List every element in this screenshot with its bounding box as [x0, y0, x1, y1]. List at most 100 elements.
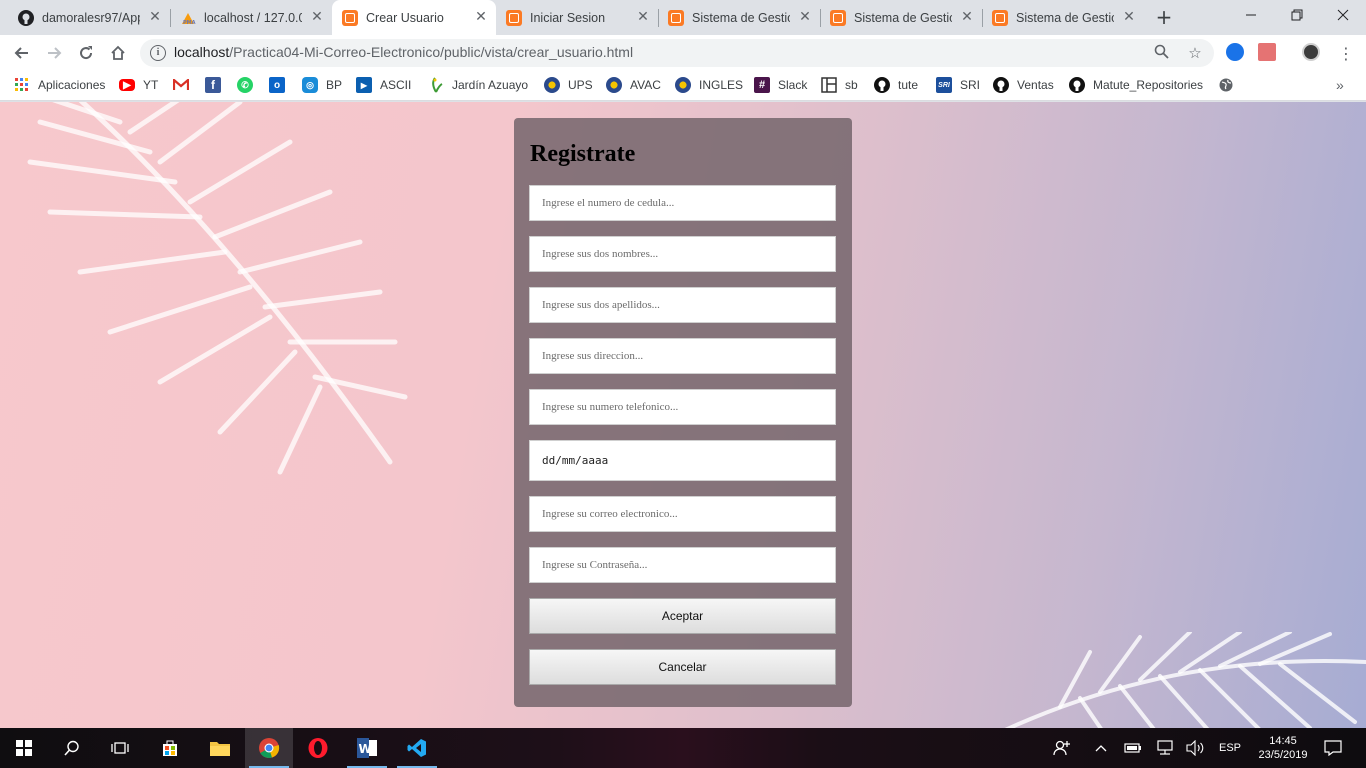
- close-tab-icon[interactable]: ✕: [474, 10, 488, 24]
- tab-iniciar-sesion[interactable]: Iniciar Sesion ✕: [496, 0, 659, 35]
- vscode-taskbar-button[interactable]: [393, 728, 441, 768]
- menu-kebab-icon[interactable]: ⋮: [1332, 39, 1360, 67]
- cancelar-button[interactable]: Cancelar: [529, 649, 836, 685]
- restore-button[interactable]: [1274, 0, 1320, 30]
- battery-icon[interactable]: [1122, 728, 1144, 768]
- word-taskbar-button[interactable]: W: [343, 728, 391, 768]
- phpmyadmin-icon: PMA: [180, 10, 196, 26]
- notifications-icon[interactable]: [1320, 728, 1346, 768]
- bookmark-label: INGLES: [699, 78, 744, 92]
- tab-sistema-gestion-1[interactable]: Sistema de Gestion ✕: [658, 0, 821, 35]
- forward-button[interactable]: [40, 39, 68, 67]
- bookmark-ups[interactable]: UPS: [544, 75, 593, 95]
- profile-avatar[interactable]: [1302, 43, 1320, 61]
- pdf-extension-icon[interactable]: [1258, 43, 1276, 61]
- bookmark-avac[interactable]: AVAC: [606, 75, 661, 95]
- bookmark-whatsapp[interactable]: ✆: [237, 75, 261, 95]
- network-icon[interactable]: [1154, 728, 1176, 768]
- search-button[interactable]: [48, 728, 96, 768]
- bookmark-outlook[interactable]: o: [269, 75, 293, 95]
- bookmark-sri[interactable]: SRI SRI: [936, 75, 980, 95]
- store-button[interactable]: [146, 728, 194, 768]
- github-icon: [1069, 77, 1085, 93]
- tab-crear-usuario[interactable]: Crear Usuario ✕: [332, 0, 496, 35]
- address-bar[interactable]: i localhost/Practica04-Mi-Correo-Electro…: [140, 39, 1214, 67]
- people-icon[interactable]: [1050, 728, 1074, 768]
- close-window-button[interactable]: [1320, 0, 1366, 30]
- language-indicator[interactable]: ESP: [1214, 728, 1246, 768]
- tab-github[interactable]: damoralesr97/App ✕: [8, 0, 171, 35]
- close-tab-icon[interactable]: ✕: [960, 10, 974, 24]
- tab-phpmyadmin[interactable]: PMA localhost / 127.0.0 ✕: [170, 0, 332, 35]
- bookmark-bp[interactable]: ◎ BP: [302, 75, 342, 95]
- zoom-icon[interactable]: [1152, 44, 1170, 62]
- direccion-input[interactable]: [529, 338, 836, 374]
- tab-sistema-gestion-2[interactable]: Sistema de Gestion ✕: [820, 0, 983, 35]
- contrasena-input[interactable]: [529, 547, 836, 583]
- bookmark-ventas[interactable]: Ventas: [993, 75, 1054, 95]
- minimize-button[interactable]: [1228, 0, 1274, 30]
- nombres-input[interactable]: [529, 236, 836, 272]
- form-title: Registrate: [530, 141, 636, 167]
- bookmark-tute[interactable]: tute: [874, 75, 918, 95]
- reload-icon: [80, 46, 93, 60]
- tab-label: Sistema de Gestion: [1016, 10, 1114, 25]
- correo-input[interactable]: [529, 496, 836, 532]
- sri-icon: SRI: [936, 77, 952, 93]
- bookmark-ascii[interactable]: ▶ ASCII: [356, 75, 411, 95]
- bookmark-aplicaciones[interactable]: Aplicaciones: [14, 75, 105, 95]
- url-text[interactable]: localhost/Practica04-Mi-Correo-Electroni…: [174, 44, 633, 60]
- bookmark-gmail[interactable]: [173, 75, 197, 95]
- new-tab-button[interactable]: +: [1152, 6, 1176, 28]
- github-icon: [874, 77, 890, 93]
- bookmark-facebook[interactable]: f: [205, 75, 229, 95]
- tab-sistema-gestion-3[interactable]: Sistema de Gestion ✕: [982, 0, 1144, 35]
- telefono-input[interactable]: [529, 389, 836, 425]
- cedula-input[interactable]: [529, 185, 836, 221]
- facebook-icon: f: [205, 77, 221, 93]
- task-view-button[interactable]: [96, 728, 144, 768]
- bookmark-matute-repositories[interactable]: Matute_Repositories: [1069, 75, 1203, 95]
- fecha-nacimiento-input[interactable]: dd/mm/aaaa: [529, 440, 836, 481]
- bookmarks-bar: Aplicaciones ▶ YT f ✆ o ◎ BP ▶ ASCII Jar…: [0, 70, 1366, 101]
- xampp-icon: [506, 9, 522, 26]
- close-tab-icon[interactable]: ✕: [636, 10, 650, 24]
- bookmark-label: Aplicaciones: [38, 78, 106, 92]
- home-button[interactable]: [104, 39, 132, 67]
- bookmark-sb[interactable]: sb: [821, 75, 858, 95]
- home-icon: [111, 45, 125, 60]
- xampp-icon: [992, 9, 1008, 26]
- bookmark-slack[interactable]: # Slack: [754, 75, 807, 95]
- apellidos-input[interactable]: [529, 287, 836, 323]
- chevron-up-icon[interactable]: [1090, 728, 1112, 768]
- extension-blue-icon[interactable]: [1226, 43, 1244, 61]
- clock[interactable]: 14:45 23/5/2019: [1250, 728, 1316, 768]
- opera-taskbar-button[interactable]: [294, 728, 342, 768]
- bookmark-label: AVAC: [630, 78, 661, 92]
- start-button[interactable]: [0, 728, 48, 768]
- bookmark-label: Jardín Azuayo: [452, 78, 529, 92]
- close-tab-icon[interactable]: ✕: [798, 10, 812, 24]
- ups-icon: [544, 77, 560, 93]
- bookmark-star-icon[interactable]: ☆: [1186, 44, 1204, 62]
- info-icon[interactable]: i: [150, 45, 166, 61]
- reload-button[interactable]: [72, 39, 100, 67]
- file-explorer-button[interactable]: [196, 728, 244, 768]
- svg-text:PMA: PMA: [183, 20, 196, 26]
- bookmark-jardin-azuayo[interactable]: Jardín Azuayo: [428, 75, 528, 95]
- bookmark-label: Slack: [778, 78, 808, 92]
- back-button[interactable]: [8, 39, 36, 67]
- globe-icon: [1218, 77, 1234, 93]
- bookmark-yt[interactable]: ▶ YT: [119, 75, 158, 95]
- aceptar-button[interactable]: Aceptar: [529, 598, 836, 634]
- bookmark-label: SRI: [960, 78, 981, 92]
- close-tab-icon[interactable]: ✕: [1122, 10, 1136, 24]
- close-tab-icon[interactable]: ✕: [310, 10, 324, 24]
- chrome-taskbar-button[interactable]: [245, 728, 293, 768]
- github-icon: [18, 9, 34, 26]
- bookmark-globe[interactable]: [1218, 75, 1242, 95]
- close-tab-icon[interactable]: ✕: [148, 10, 162, 24]
- bookmarks-overflow-icon[interactable]: »: [1336, 75, 1344, 95]
- volume-icon[interactable]: [1184, 728, 1206, 768]
- bookmark-ingles[interactable]: INGLES: [675, 75, 743, 95]
